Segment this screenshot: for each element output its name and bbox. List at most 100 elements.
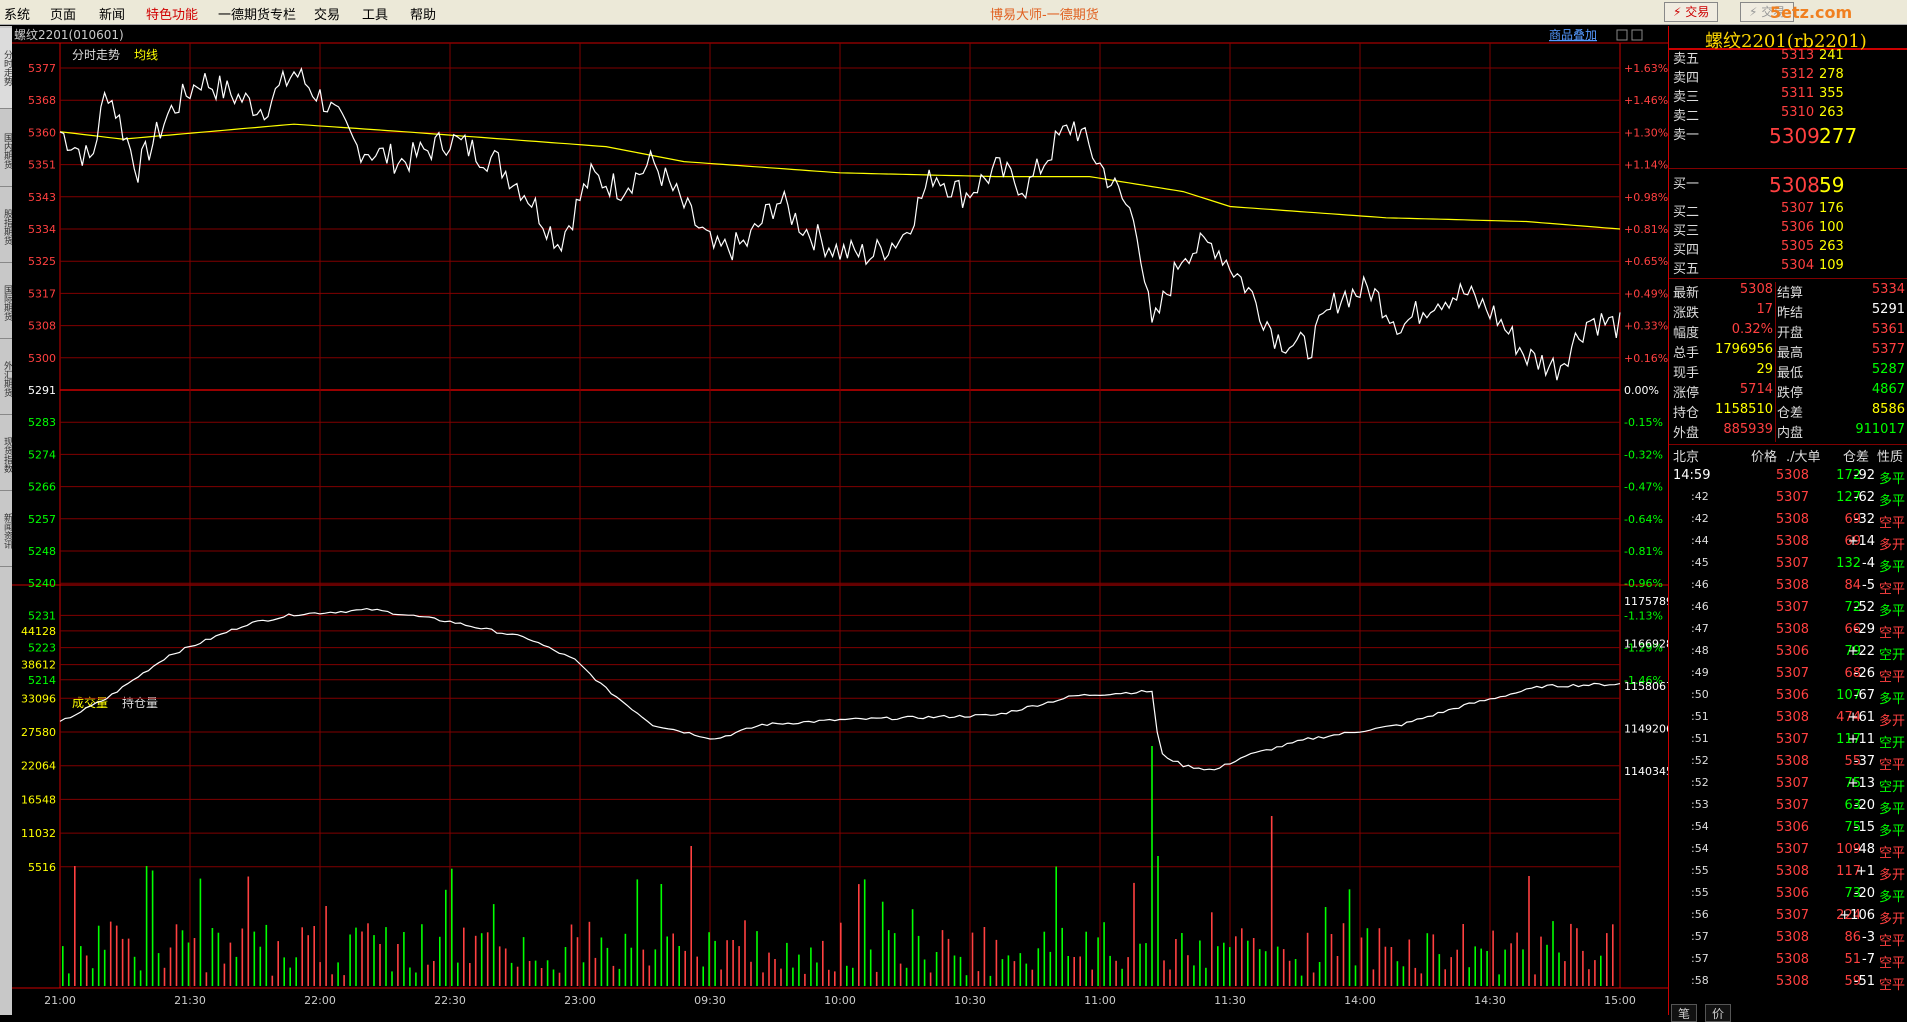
tick-row[interactable]: :44 5308 69 +14 多开: [1669, 534, 1907, 556]
stat-value: 5291: [1871, 302, 1905, 317]
oi-legend: 持仓量: [122, 695, 158, 710]
ask-row[interactable]: 卖一 5309 277: [1669, 124, 1907, 152]
sidebar-tab-timeshare[interactable]: 分时走势: [0, 28, 12, 109]
tick-row[interactable]: :57 5308 86 -3 空平: [1669, 930, 1907, 952]
bottom-tab[interactable]: 笔: [1671, 1004, 1698, 1022]
watermark-logo: 5etz.com: [1770, 3, 1853, 22]
tick-row[interactable]: :51 5307 117 +11 空开: [1669, 732, 1907, 754]
volume-bar: [1139, 943, 1141, 986]
tick-row[interactable]: :57 5308 51 -7 空平: [1669, 952, 1907, 974]
sidebar-tab-domestic[interactable]: 国内期货: [0, 116, 12, 187]
menu-tools[interactable]: 工具: [362, 4, 388, 23]
sidebar-tab-news[interactable]: 新闻资讯: [0, 496, 12, 567]
tick-nature: 空平: [1879, 582, 1906, 597]
trade-button[interactable]: ⚡ 交易: [1664, 2, 1719, 22]
volume-bar: [552, 969, 555, 986]
sidebar-tab-intl[interactable]: 国际期货: [0, 268, 12, 339]
ask-row[interactable]: 卖二 5310 263: [1669, 105, 1907, 124]
ask-row[interactable]: 卖四 5312 278: [1669, 67, 1907, 86]
volume-bar: [139, 970, 142, 986]
volume-bar: [917, 935, 920, 986]
volume-bar: [648, 965, 651, 986]
tick-row[interactable]: :42 5307 127 -62 多平: [1669, 490, 1907, 512]
price-tick-label: 5231: [28, 609, 56, 622]
sidebar-tab-index[interactable]: 股指期货: [0, 192, 12, 263]
tick-row[interactable]: :50 5306 107 -67 多平: [1669, 688, 1907, 710]
tick-row[interactable]: :46 5307 72 -52 多平: [1669, 600, 1907, 622]
tick-nature: 多平: [1879, 802, 1906, 817]
bid-row[interactable]: 买二 5307 176: [1669, 201, 1907, 220]
tick-row[interactable]: :49 5307 68 -26 空平: [1669, 666, 1907, 688]
tick-row[interactable]: :54 5306 75 -15 多平: [1669, 820, 1907, 842]
volume-bar: [558, 972, 561, 986]
tick-price: 5308: [1775, 622, 1809, 637]
overlay-link[interactable]: 商品叠加: [1549, 27, 1597, 42]
bid-row[interactable]: 买三 5306 100: [1669, 220, 1907, 239]
menu-page[interactable]: 页面: [50, 4, 76, 23]
volume-bar: [594, 957, 597, 986]
tick-oi-change: -52: [1853, 600, 1875, 615]
tick-nature: 空开: [1879, 780, 1906, 795]
stat-value: 5334: [1871, 282, 1905, 297]
bid-row[interactable]: 买五 5304 109: [1669, 258, 1907, 277]
tick-nature: 空平: [1879, 934, 1906, 949]
tick-row[interactable]: :51 5308 474 +61 多开: [1669, 710, 1907, 732]
tick-time: 14:59: [1673, 468, 1711, 483]
menu-news[interactable]: 新闻: [99, 4, 125, 23]
stat-value: 1158510: [1715, 402, 1773, 417]
tick-row[interactable]: :53 5307 63 -20 多平: [1669, 798, 1907, 820]
bid-price: 5308: [1769, 173, 1820, 197]
volume-bar: [1025, 963, 1028, 986]
volume-bar: [1019, 953, 1022, 986]
menu-system[interactable]: 系统: [4, 4, 30, 23]
menu-help[interactable]: 帮助: [410, 4, 436, 23]
tick-time: :44: [1691, 534, 1709, 547]
tick-row[interactable]: :54 5307 109 -48 空平: [1669, 842, 1907, 864]
ask-price: 5311: [1781, 86, 1815, 101]
volume-bar: [983, 927, 986, 986]
tick-row[interactable]: :45 5307 132 -4 多平: [1669, 556, 1907, 578]
volume-bar: [738, 946, 740, 986]
tick-row[interactable]: :42 5308 69 -32 空平: [1669, 512, 1907, 534]
volume-bar: [1151, 746, 1153, 986]
symbol-label: 螺纹2201(010601): [14, 28, 124, 42]
tick-oi-change: -3: [1862, 930, 1875, 945]
bottom-tab[interactable]: 价: [1705, 1004, 1732, 1022]
menu-trade[interactable]: 交易: [314, 4, 340, 23]
sidebar-tab-spot[interactable]: 现货指数: [0, 420, 12, 491]
tick-row[interactable]: :58 5308 59 -51 空平: [1669, 974, 1907, 996]
ask-row[interactable]: 卖三 5311 355: [1669, 86, 1907, 105]
volume-bar: [433, 961, 435, 986]
tick-row[interactable]: 14:59 5308 172 -92 多平: [1669, 468, 1907, 490]
menu-bar: 系统 页面 新闻 特色功能 一德期货专栏 交易 工具 帮助 博易大师-一德期货 …: [0, 0, 1907, 25]
tick-row[interactable]: :56 5307 224 +106 多开: [1669, 908, 1907, 930]
volume-bar: [127, 938, 130, 986]
tick-row[interactable]: :48 5306 79 +22 空开: [1669, 644, 1907, 666]
volume-bar: [971, 932, 974, 986]
bid-row[interactable]: 买一 5308 59: [1669, 173, 1907, 201]
volume-bar: [355, 927, 357, 986]
menu-column[interactable]: 一德期货专栏: [218, 4, 296, 23]
volume-bar: [235, 956, 238, 986]
ask-row[interactable]: 卖五 5313 241: [1669, 48, 1907, 67]
volume-bar: [343, 975, 345, 986]
tick-row[interactable]: :55 5308 117 +1 多开: [1669, 864, 1907, 886]
tick-row[interactable]: :52 5307 75 +13 空开: [1669, 776, 1907, 798]
volume-bar: [762, 972, 764, 986]
volume-bar: [582, 962, 585, 986]
volume-bar: [893, 933, 896, 986]
ask-price: 5309: [1769, 124, 1820, 148]
tick-row[interactable]: :55 5306 73 -20 多平: [1669, 886, 1907, 908]
volume-bar: [1498, 974, 1500, 986]
volume-bar: [516, 966, 519, 986]
tick-row[interactable]: :52 5308 55 -37 空平: [1669, 754, 1907, 776]
chart-area[interactable]: 螺纹2201(010601) 商品叠加 分时走势 均线 成交量 持仓量 5377…: [12, 26, 1673, 1015]
tick-row[interactable]: :46 5308 84 -5 空平: [1669, 578, 1907, 600]
menu-special[interactable]: 特色功能: [146, 4, 198, 23]
sidebar-tab-forex[interactable]: 外汇期货: [0, 344, 12, 415]
intraday-chart[interactable]: 螺纹2201(010601) 商品叠加 分时走势 均线 成交量 持仓量 5377…: [12, 26, 1673, 1015]
bid-row[interactable]: 买四 5305 263: [1669, 239, 1907, 258]
tick-nature: 多开: [1879, 538, 1906, 553]
tick-row[interactable]: :47 5308 66 -29 空平: [1669, 622, 1907, 644]
pct-tick-label: +1.14%: [1624, 159, 1668, 172]
